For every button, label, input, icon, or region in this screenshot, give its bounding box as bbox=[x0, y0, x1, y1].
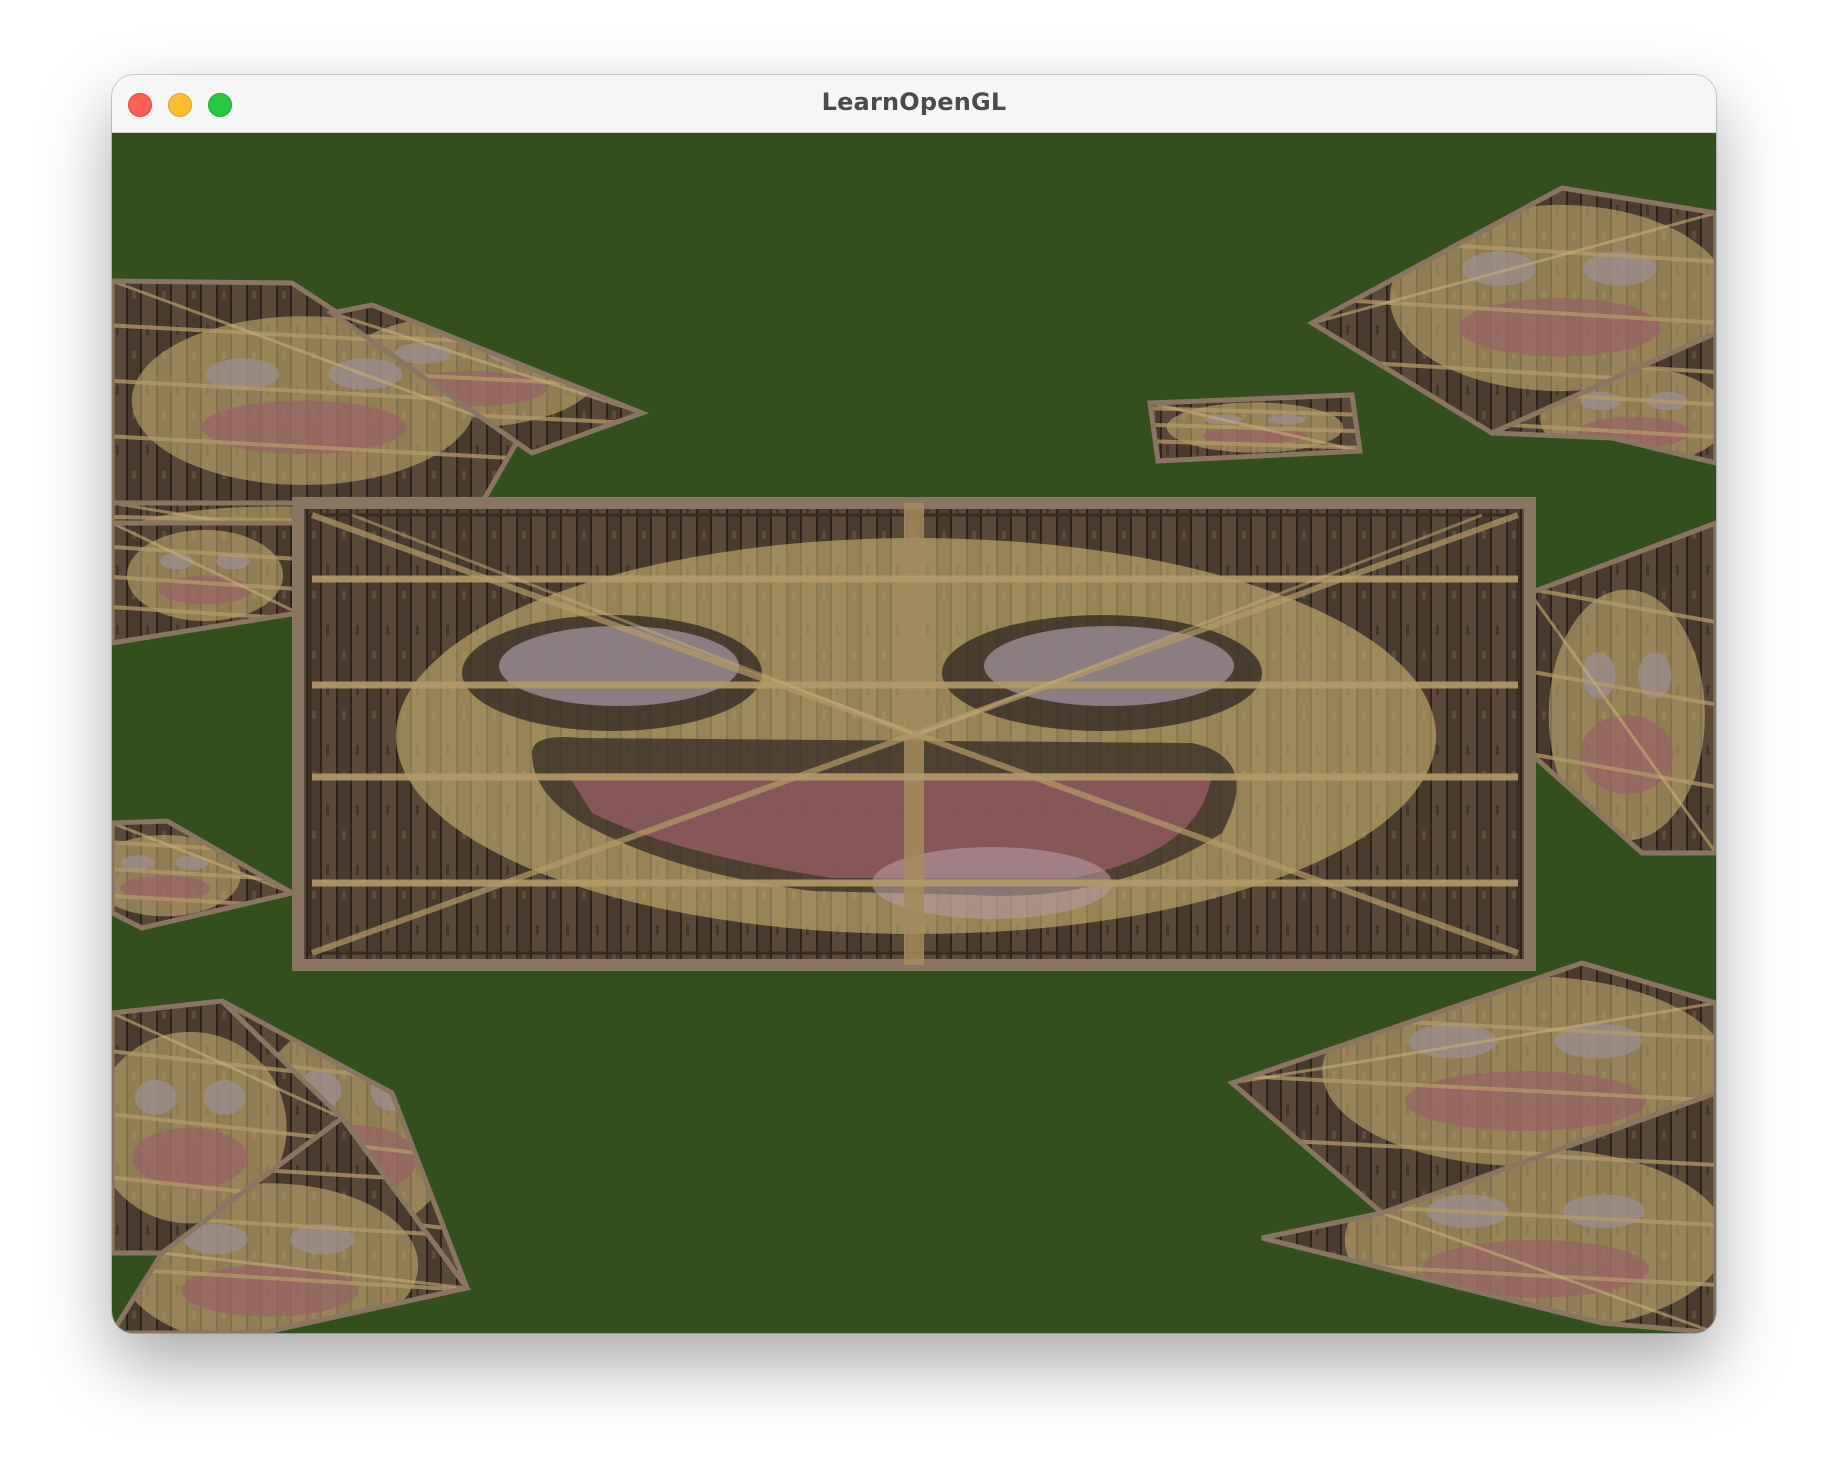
window-title: LearnOpenGL bbox=[821, 88, 1007, 116]
front-crate bbox=[292, 497, 1536, 971]
opengl-viewport[interactable] bbox=[112, 133, 1716, 1333]
crate bbox=[1147, 392, 1363, 464]
title-bar[interactable]: LearnOpenGL bbox=[112, 75, 1716, 133]
gl-canvas bbox=[112, 133, 1716, 1333]
app-window: LearnOpenGL bbox=[112, 75, 1716, 1333]
